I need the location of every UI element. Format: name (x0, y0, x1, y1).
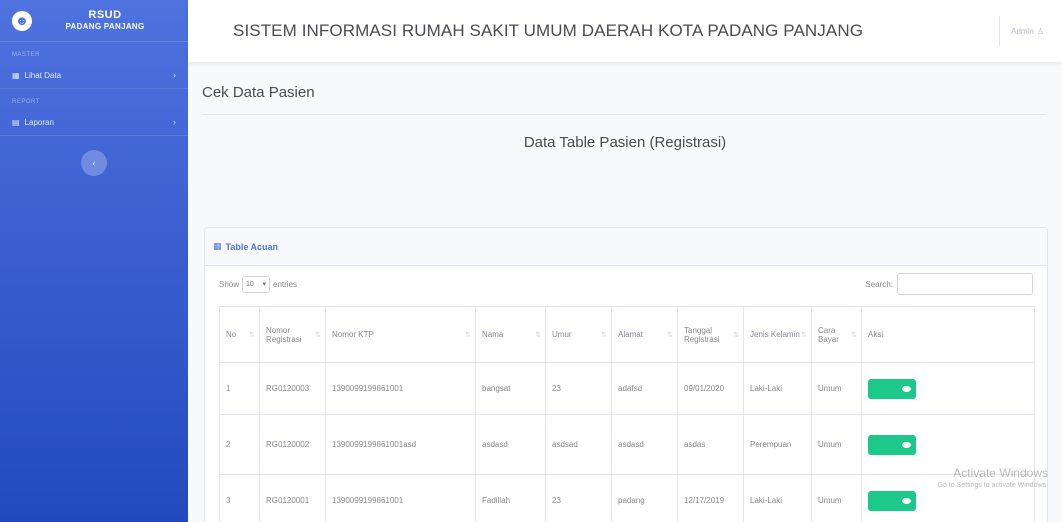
table-cell: asdasd (611, 414, 678, 475)
entries-length: Show 10 ▾ entries (219, 275, 298, 293)
table-row: 3 RG0120001 1390099199861001 Fadillah 23… (219, 474, 1035, 522)
data-card: ▦ Table Acuan Show 10 ▾ entries Search: (204, 227, 1048, 522)
patient-table: No ⇅ Nomor Registrasi ⇅ Nomor KTP ⇅ Nama ⇅ U… (219, 306, 1035, 522)
topbar-divider (999, 16, 1000, 46)
topbar: SISTEM INFORMASI RUMAH SAKIT UMUM DAERAH… (188, 0, 1062, 62)
table-cell: 12/17/2019 (677, 474, 744, 522)
entries-value: 10 (246, 280, 254, 288)
table-cell: adafsd (611, 362, 678, 415)
sort-icon: ⇅ (733, 331, 739, 339)
table-cell: Perempuan (743, 414, 812, 475)
brand-title: RSUD (88, 8, 122, 21)
table-cell: RG0120002 (259, 414, 326, 475)
brand[interactable]: ☻ RSUD PADANG PANJANG (0, 0, 188, 42)
divider (202, 114, 1046, 115)
brand-subtitle: PADANG PANJANG (65, 21, 145, 31)
chevron-down-icon: ▾ (262, 281, 267, 288)
app-title: SISTEM INFORMASI RUMAH SAKIT UMUM DAERAH… (233, 21, 864, 40)
user-menu[interactable]: Admin ♙ (1011, 27, 1044, 36)
table-cell: 1 (219, 362, 260, 415)
table-header-row: No ⇅ Nomor Registrasi ⇅ Nomor KTP ⇅ Nama ⇅ U… (219, 306, 1035, 363)
table-cell: Umum (811, 414, 862, 475)
table-cell: 23 (545, 474, 612, 522)
sidebar-item-laporan[interactable]: ▤ Laporan › (0, 109, 188, 136)
table-cell: Laki-Laki (743, 362, 812, 415)
search-label: Search: (865, 279, 893, 289)
entries-select[interactable]: 10 ▾ (242, 275, 271, 293)
eye-icon (902, 441, 911, 448)
column-header[interactable]: Alamat ⇅ (611, 306, 678, 363)
entries-label: entries (273, 279, 298, 289)
table-cell: Umum (811, 474, 862, 522)
table-cell: asdasd (475, 414, 546, 475)
sort-icon: ⇅ (667, 331, 673, 339)
sidebar-toggle-button[interactable]: ‹ (81, 150, 107, 176)
sort-icon: ⇅ (315, 331, 321, 339)
chevron-right-icon: › (173, 70, 176, 80)
table-icon: ▦ (12, 70, 20, 80)
table-cell: 2 (219, 414, 260, 475)
search-input[interactable] (897, 273, 1033, 295)
section-title: Data Table Pasien (Registrasi) (523, 134, 727, 151)
column-header[interactable]: No ⇅ (219, 306, 260, 363)
table-cell: Umum (811, 362, 862, 415)
sidebar: ☻ RSUD PADANG PANJANG MASTER ▦ Lihat Dat… (0, 0, 188, 522)
chart-icon: ▤ (12, 117, 20, 127)
smile-logo-icon: ☻ (12, 10, 32, 31)
page-title: Cek Data Pasien (202, 84, 315, 101)
column-header[interactable]: Aksi (861, 306, 1035, 363)
sort-icon: ⇅ (249, 331, 255, 339)
sort-icon: ⇅ (801, 331, 807, 339)
card-header: ▦ Table Acuan (205, 228, 1047, 266)
user-icon: ♙ (1036, 27, 1044, 36)
table-cell: 1390099199861001 (325, 362, 476, 415)
sidebar-heading-master: MASTER (12, 52, 41, 58)
column-header[interactable]: Tanggal Registrasi ⇅ (677, 306, 744, 363)
watermark-subtitle: Go to Settings to activate Windows. (937, 482, 1049, 489)
table-cell: 1390099199861001asd (325, 414, 476, 475)
column-header[interactable]: Nama ⇅ (475, 306, 546, 363)
sidebar-item-lihat-data[interactable]: ▦ Lihat Data › (0, 62, 188, 89)
sort-icon: ⇅ (535, 331, 541, 339)
chevron-right-icon: › (173, 117, 176, 127)
table-cell: Fadillah (475, 474, 546, 522)
column-header[interactable]: Umur ⇅ (545, 306, 612, 363)
table-row: 2 RG0120002 1390099199861001asd asdasd a… (219, 414, 1035, 475)
column-header[interactable]: Jenis Kelamin ⇅ (743, 306, 812, 363)
table-cell: 23 (545, 362, 612, 415)
table-cell: RG0120003 (259, 362, 326, 415)
table-cell: padang (611, 474, 678, 522)
table-cell: RG0120001 (259, 474, 326, 522)
table-cell: bangsat (475, 362, 546, 415)
table-cell: 1390099199861001 (325, 474, 476, 522)
column-header[interactable]: Nomor Registrasi ⇅ (259, 306, 326, 363)
table-cell: asdsad (545, 414, 612, 475)
table-icon: ▦ (213, 241, 222, 251)
sidebar-item-label: Lihat Data (24, 70, 62, 80)
card-title: Table Acuan (225, 241, 279, 252)
table-row: 1 RG0120003 1390099199861001 bangsat 23 … (219, 362, 1035, 415)
view-button[interactable] (868, 434, 916, 455)
watermark-title: Activate Windows (953, 466, 1048, 480)
sidebar-item-label: Laporan (24, 117, 54, 127)
windows-activation-watermark: Activate Windows Go to Settings to activ… (938, 466, 1049, 489)
main-content: Cek Data Pasien Data Table Pasien (Regis… (188, 62, 1062, 522)
user-name: Admin (1011, 27, 1034, 36)
sort-icon: ⇅ (851, 331, 857, 339)
eye-icon (902, 497, 911, 504)
table-cell: Laki-Laki (743, 474, 812, 522)
view-button[interactable] (868, 490, 916, 511)
sort-icon: ⇅ (601, 331, 607, 339)
view-button[interactable] (868, 378, 916, 399)
table-cell: 3 (219, 474, 260, 522)
sidebar-heading-report: REPORT (12, 99, 40, 105)
column-header[interactable]: Nomor KTP ⇅ (325, 306, 476, 363)
table-cell: 09/01/2020 (677, 362, 744, 415)
show-label: Show (219, 279, 240, 289)
column-header[interactable]: Cara Bayar ⇅ (811, 306, 862, 363)
sort-icon: ⇅ (465, 331, 471, 339)
eye-icon (902, 385, 911, 392)
table-cell: asdas (677, 414, 744, 475)
chevron-left-icon: ‹ (92, 158, 96, 168)
